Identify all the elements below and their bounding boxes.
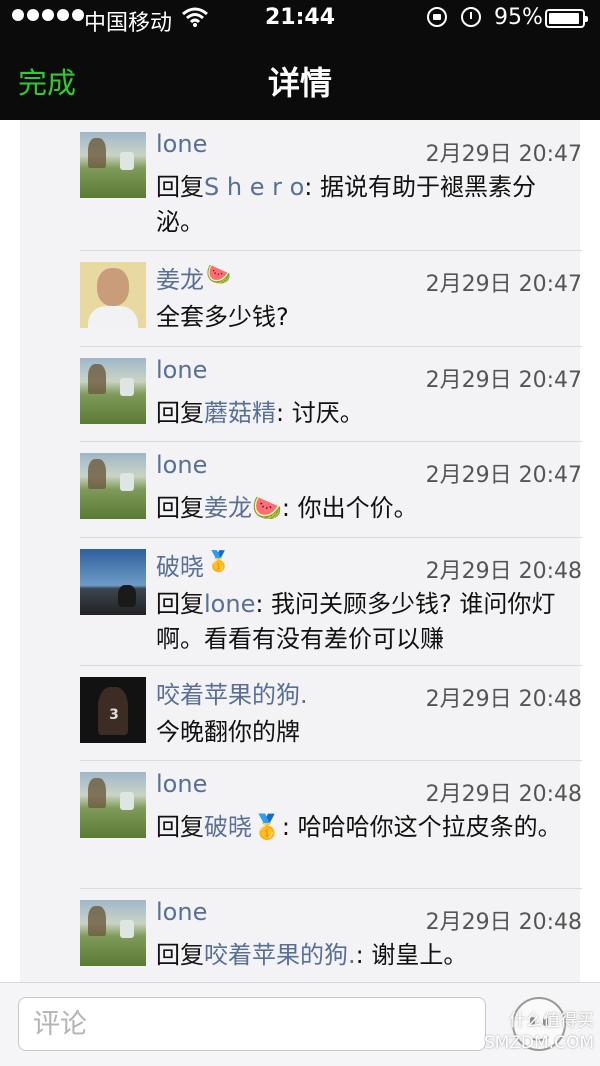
reply-target-name[interactable]: 破晓🥇	[204, 813, 282, 841]
comment-body: : 你出个价。	[281, 494, 418, 522]
commenter-name[interactable]: 咬着苹果的狗.	[156, 675, 308, 710]
comment-item[interactable]: lone 2月29日 20:47 回复S h e r o: 据说有助于褪黑素分泌。	[80, 120, 582, 251]
alarm-icon	[461, 7, 481, 27]
comment-text: 回复S h e r o: 据说有助于褪黑素分泌。	[156, 170, 578, 240]
comment-item[interactable]: lone 2月29日 20:48 回复破晓🥇: 哈哈哈你这个拉皮条的。	[80, 760, 582, 889]
avatar[interactable]	[80, 358, 146, 424]
avatar[interactable]	[80, 900, 146, 966]
comment-text: 回复咬着苹果的狗.: 谢皇上。	[156, 938, 578, 973]
reply-prefix: 回复	[156, 813, 204, 841]
comment-time: 2月29日 20:48	[425, 782, 582, 807]
reply-prefix: 回复	[156, 941, 204, 969]
comment-body: 今晚翻你的牌	[156, 718, 300, 746]
avatar[interactable]	[80, 132, 146, 198]
avatar[interactable]	[80, 772, 146, 838]
page-title: 详情	[267, 64, 332, 102]
comment-item[interactable]: lone 2月29日 20:47 回复蘑菇精: 讨厌。	[80, 346, 582, 442]
badge-emoji: 🍉	[206, 262, 231, 286]
comment-item[interactable]: lone 2月29日 20:47 回复姜龙🍉: 你出个价。	[80, 441, 582, 538]
comment-text: 回复破晓🥇: 哈哈哈你这个拉皮条的。	[156, 810, 578, 845]
reply-target-name[interactable]: 姜龙🍉	[204, 494, 282, 522]
comment-item[interactable]: 姜龙 2月29日 20:47 全套多少钱? 🍉	[80, 250, 582, 347]
comment-body: 全套多少钱?	[156, 303, 289, 331]
comment-body: : 谢皇上。	[355, 941, 468, 969]
reply-target-name[interactable]: S h e r o	[204, 173, 304, 201]
avatar[interactable]	[80, 262, 146, 328]
comment-text: 今晚翻你的牌	[156, 715, 578, 750]
comment-time: 2月29日 20:47	[425, 142, 582, 167]
commenter-name[interactable]: 破晓	[156, 547, 204, 582]
watermark-line-2: SMZDM.COM	[483, 1033, 594, 1053]
comment-time: 2月29日 20:48	[425, 910, 582, 935]
comment-time: 2月29日 20:47	[425, 463, 582, 488]
comment-text: 回复姜龙🍉: 你出个价。	[156, 491, 578, 526]
commenter-name[interactable]: lone	[156, 770, 207, 798]
watermark-line-1: 什么值得买	[509, 1011, 594, 1031]
avatar[interactable]	[80, 549, 146, 615]
comment-time: 2月29日 20:47	[425, 272, 582, 297]
battery-icon	[545, 9, 588, 28]
comment-item[interactable]: lone 2月29日 20:48 回复咬着苹果的狗.: 谢皇上。	[80, 888, 582, 982]
commenter-name[interactable]: 姜龙	[156, 260, 204, 295]
badge-emoji: 🥇	[206, 549, 231, 573]
comment-text: 全套多少钱?	[156, 300, 578, 335]
commenter-name[interactable]: lone	[156, 356, 207, 384]
watermark: 什么值得买 SMZDM.COM	[474, 1010, 594, 1054]
comment-item[interactable]: 破晓 2月29日 20:48 回复lone: 我问关顾多少钱? 谁问你灯啊。看看有没…	[80, 537, 582, 666]
comment-time: 2月29日 20:48	[425, 687, 582, 712]
comment-body: : 讨厌。	[276, 399, 364, 427]
reply-prefix: 回复	[156, 494, 204, 522]
top-bar: 中国移动 21:44 95% 完成 详情	[0, 0, 600, 120]
reply-target-name[interactable]: 咬着苹果的狗.	[204, 941, 356, 969]
reply-prefix: 回复	[156, 173, 204, 201]
battery-percent: 95%	[494, 5, 543, 30]
comment-text: 回复蘑菇精: 讨厌。	[156, 396, 578, 431]
reply-prefix: 回复	[156, 399, 204, 427]
reply-prefix: 回复	[156, 590, 204, 618]
status-bar: 中国移动 21:44 95%	[0, 0, 600, 38]
commenter-name[interactable]: lone	[156, 898, 207, 926]
avatar[interactable]	[80, 677, 146, 743]
comment-panel: lone 2月29日 20:47 回复S h e r o: 据说有助于褪黑素分泌。姜…	[20, 120, 582, 982]
comment-item[interactable]: 咬着苹果的狗. 2月29日 20:48 今晚翻你的牌	[80, 665, 582, 761]
comment-time: 2月29日 20:48	[425, 559, 582, 584]
comment-text: 回复lone: 我问关顾多少钱? 谁问你灯啊。看看有没有差价可以赚	[156, 587, 578, 657]
comment-time: 2月29日 20:47	[425, 368, 582, 393]
comment-list[interactable]: lone 2月29日 20:47 回复S h e r o: 据说有助于褪黑素分泌。姜…	[0, 120, 600, 982]
commenter-name[interactable]: lone	[156, 130, 207, 158]
rotation-lock-icon	[427, 7, 447, 27]
commenter-name[interactable]: lone	[156, 451, 207, 479]
comment-body: : 哈哈哈你这个拉皮条的。	[281, 813, 562, 841]
reply-target-name[interactable]: lone	[204, 590, 255, 618]
avatar[interactable]	[80, 453, 146, 519]
comment-input[interactable]	[18, 997, 486, 1051]
reply-target-name[interactable]: 蘑菇精	[204, 399, 276, 427]
